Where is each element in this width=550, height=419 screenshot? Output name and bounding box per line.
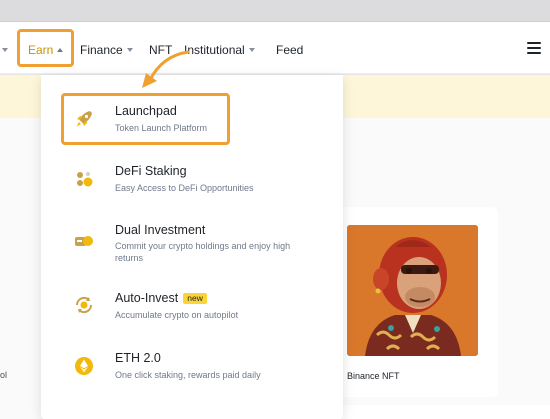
nav-item-finance[interactable]: Finance [80,42,133,58]
orange-pointer-arrow [142,50,190,88]
auto-invest-icon [72,293,96,317]
dropdown-item-title: Auto-Invest new [115,291,207,306]
ethereum-icon [72,354,96,378]
top-navbar: Earn Finance NFT Institutional Feed [0,22,550,74]
launchpad-highlight-box [61,93,230,145]
card-bottom-edge [330,405,550,419]
dropdown-item-title: Dual Investment [115,223,205,238]
dropdown-item-subtitle: One click staking, rewards paid daily [115,370,261,380]
defi-staking-icon [72,167,96,191]
chevron-down-icon [248,48,255,52]
new-badge: new [183,293,207,304]
chevron-down-icon [2,48,8,52]
nav-item-feed[interactable]: Feed [276,42,303,58]
dropdown-item-subtitle: Easy Access to DeFi Opportunities [115,183,254,193]
nav-item-label: Feed [276,43,304,57]
dual-investment-title: Dual Investment [115,223,206,237]
hamburger-menu-icon[interactable] [527,42,541,54]
dual-investment-icon [72,229,96,253]
nft-card-label: Binance NFT [347,371,400,381]
dropdown-item-title: ETH 2.0 [115,351,161,366]
auto-invest-title: Auto-Invest [115,291,179,305]
dropdown-item-defi-staking[interactable]: DeFi Staking Easy Access to DeFi Opportu… [41,157,343,201]
dropdown-item-eth-2[interactable]: ETH 2.0 One click staking, rewards paid … [41,344,343,388]
earn-highlight-box [17,29,74,67]
dropdown-item-subtitle: Commit your crypto holdings and enjoy hi… [115,241,291,263]
defi-staking-title: DeFi Staking [115,164,187,178]
left-card-text-fragment: ol [0,370,8,380]
ape-nft-illustration[interactable] [347,225,478,356]
dropdown-item-auto-invest[interactable]: Auto-Invest new Accumulate crypto on aut… [41,283,343,327]
chevron-down-icon [126,48,133,52]
browser-top-strip [0,0,550,22]
nav-item-label: Finance [80,43,123,57]
nav-previous-caret[interactable] [2,42,8,58]
dropdown-item-subtitle: Accumulate crypto on autopilot [115,310,239,320]
eth-title: ETH 2.0 [115,351,161,365]
dropdown-item-dual-investment[interactable]: Dual Investment Commit your crypto holdi… [41,216,343,272]
dropdown-item-title: DeFi Staking [115,164,187,179]
